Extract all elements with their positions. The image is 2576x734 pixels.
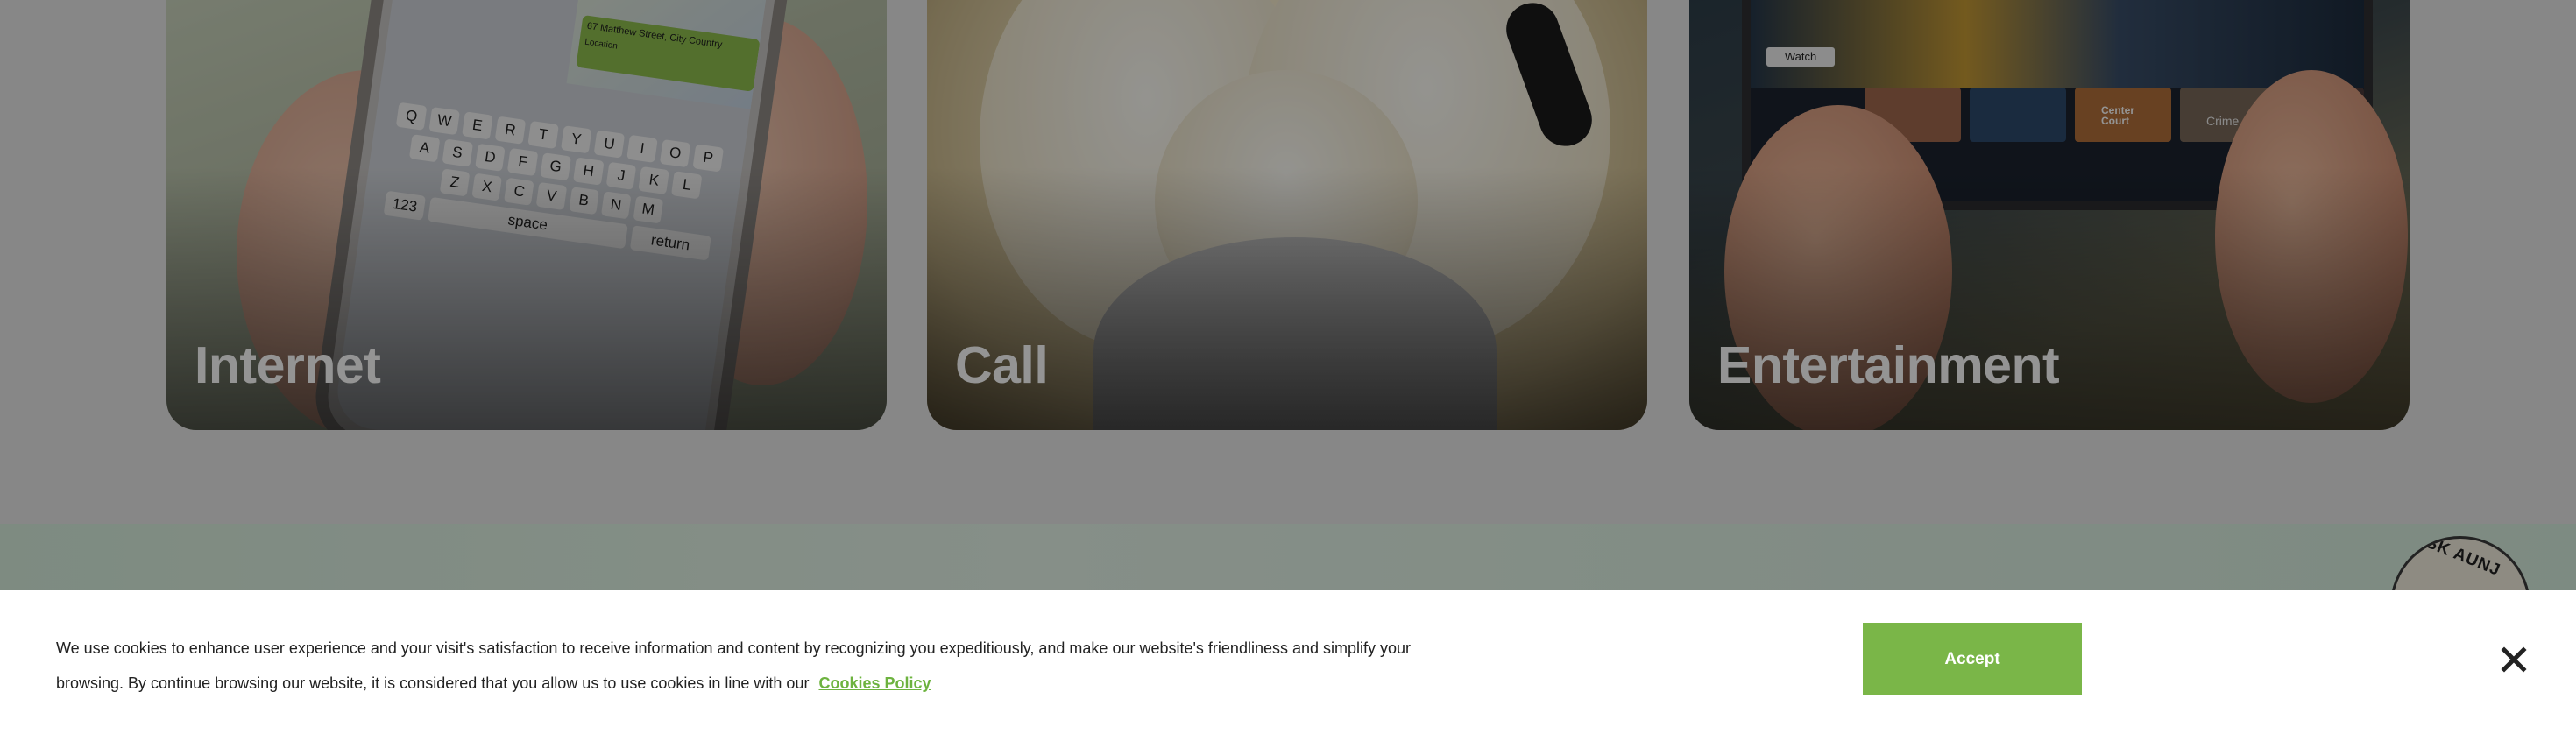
accept-button[interactable]: Accept (1863, 623, 2082, 695)
cookie-message-text: We use cookies to enhance user experienc… (56, 639, 1412, 692)
close-banner-button[interactable] (2494, 639, 2534, 680)
cookie-message: We use cookies to enhance user experienc… (56, 631, 1440, 701)
close-icon (2501, 646, 2527, 673)
cookie-banner: We use cookies to enhance user experienc… (0, 590, 2576, 734)
cookies-policy-link[interactable]: Cookies Policy (818, 674, 931, 692)
